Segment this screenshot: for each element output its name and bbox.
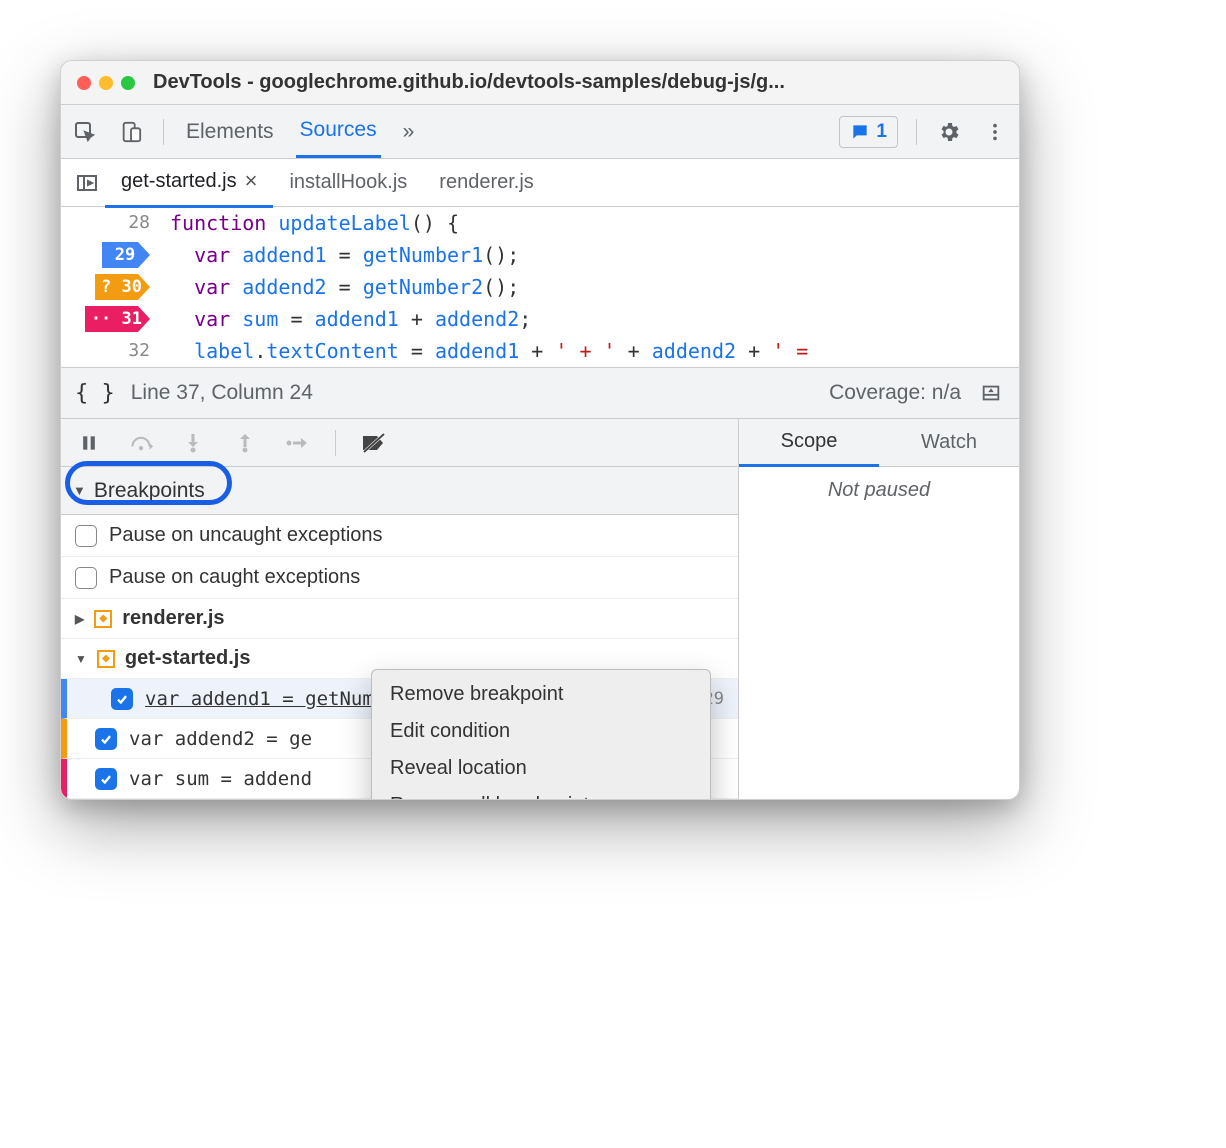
code-line[interactable]: ·· 31 var sum = addend1 + addend2; [61, 303, 1019, 335]
expand-triangle-icon: ▼ [73, 483, 86, 498]
coverage-status: Coverage: n/a [829, 381, 961, 405]
not-paused-message: Not paused [739, 467, 1019, 514]
line-number: 32 [61, 335, 150, 367]
menu-item-edit-condition[interactable]: Edit condition [372, 713, 710, 750]
zoom-window-button[interactable] [121, 76, 135, 90]
checkbox-checked[interactable] [111, 688, 133, 710]
collapse-triangle-icon: ▶ [75, 612, 84, 626]
file-tabs: get-started.js × installHook.js renderer… [61, 159, 1019, 207]
file-tab-renderer[interactable]: renderer.js [423, 160, 550, 205]
cursor-position: Line 37, Column 24 [131, 381, 313, 405]
checkbox-checked[interactable] [95, 768, 117, 790]
pretty-print-icon[interactable]: { } [75, 381, 115, 406]
separator [335, 430, 336, 456]
gutter[interactable]: 28 [61, 207, 156, 239]
feedback-count: 1 [876, 121, 887, 143]
tab-watch[interactable]: Watch [879, 420, 1019, 465]
window-controls [77, 76, 135, 90]
js-file-icon [94, 610, 112, 628]
minimize-window-button[interactable] [99, 76, 113, 90]
file-tab-installhook[interactable]: installHook.js [273, 160, 423, 205]
breakpoints-section-header[interactable]: ▼ Breakpoints [61, 467, 738, 515]
gutter[interactable]: 32 [61, 335, 156, 367]
pause-caught-label: Pause on caught exceptions [109, 566, 360, 589]
code-text: label.textContent = addend1 + ' + ' + ad… [156, 335, 808, 367]
left-debug-column: ▼ Breakpoints ▼ Breakpoints Pause on unc… [61, 419, 739, 799]
js-file-icon [97, 650, 115, 668]
step-icon[interactable] [283, 429, 311, 457]
code-text: var addend1 = getNumber1(); [156, 239, 519, 271]
breakpoint-marker[interactable]: ·· 31 [85, 306, 150, 332]
feedback-button[interactable]: 1 [839, 116, 898, 148]
checkbox-unchecked[interactable] [75, 567, 97, 589]
debug-toolbar [61, 419, 738, 467]
kebab-menu-icon[interactable] [981, 118, 1009, 146]
pause-caught-row[interactable]: Pause on caught exceptions [61, 557, 738, 599]
file-tab-label: installHook.js [289, 171, 407, 194]
settings-icon[interactable] [935, 118, 963, 146]
device-toggle-icon[interactable] [117, 118, 145, 146]
right-debug-column: Scope Watch Not paused [739, 419, 1019, 799]
file-tab-get-started[interactable]: get-started.js × [105, 157, 273, 208]
code-line[interactable]: 28function updateLabel() { [61, 207, 1019, 239]
separator [916, 119, 917, 145]
gutter[interactable]: ·· 31 [61, 306, 156, 332]
debugger-pane: ▼ Breakpoints ▼ Breakpoints Pause on unc… [61, 419, 1019, 799]
code-editor[interactable]: 28function updateLabel() {29 var addend1… [61, 207, 1019, 367]
separator [163, 119, 164, 145]
code-line[interactable]: 29 var addend1 = getNumber1(); [61, 239, 1019, 271]
close-tab-icon[interactable]: × [245, 168, 258, 194]
editor-status-bar: { } Line 37, Column 24 Coverage: n/a [61, 367, 1019, 419]
breakpoints-title: Breakpoints [94, 479, 205, 503]
step-into-icon[interactable] [179, 429, 207, 457]
step-over-icon[interactable] [127, 429, 155, 457]
close-window-button[interactable] [77, 76, 91, 90]
breakpoint-file-group[interactable]: ▶ renderer.js [61, 599, 738, 639]
tab-elements[interactable]: Elements [182, 107, 278, 157]
code-text: function updateLabel() { [156, 207, 459, 239]
checkbox-unchecked[interactable] [75, 525, 97, 547]
step-out-icon[interactable] [231, 429, 259, 457]
tab-sources[interactable]: Sources [296, 105, 381, 158]
file-tab-label: renderer.js [439, 171, 534, 194]
more-tabs-button[interactable]: » [399, 107, 419, 157]
window-title: DevTools - googlechrome.github.io/devtoo… [153, 71, 785, 94]
navigator-toggle-icon[interactable] [69, 171, 105, 195]
menu-item-remove-all[interactable]: Remove all breakpoints [372, 787, 710, 800]
breakpoint-marker[interactable]: 29 [102, 242, 150, 268]
deactivate-breakpoints-icon[interactable] [360, 429, 388, 457]
pause-icon[interactable] [75, 429, 103, 457]
gutter[interactable]: 29 [61, 242, 156, 268]
menu-item-reveal-location[interactable]: Reveal location [372, 750, 710, 787]
gutter[interactable]: ? 30 [61, 274, 156, 300]
breakpoint-context-menu: Remove breakpoint Edit condition Reveal … [371, 669, 711, 800]
file-group-label: get-started.js [125, 647, 251, 670]
breakpoint-marker[interactable]: ? 30 [95, 274, 150, 300]
checkbox-checked[interactable] [95, 728, 117, 750]
sidebar-tabs: Scope Watch [739, 419, 1019, 467]
code-line[interactable]: ? 30 var addend2 = getNumber2(); [61, 271, 1019, 303]
expand-triangle-icon: ▼ [75, 652, 87, 666]
line-number: 28 [61, 207, 150, 239]
devtools-window: DevTools - googlechrome.github.io/devtoo… [60, 60, 1020, 800]
pause-uncaught-label: Pause on uncaught exceptions [109, 524, 383, 547]
code-text: var addend2 = getNumber2(); [156, 271, 519, 303]
file-group-label: renderer.js [122, 607, 224, 630]
code-text: var sum = addend1 + addend2; [156, 303, 531, 335]
code-line[interactable]: 32 label.textContent = addend1 + ' + ' +… [61, 335, 1019, 367]
tab-scope[interactable]: Scope [739, 419, 879, 467]
pause-uncaught-row[interactable]: Pause on uncaught exceptions [61, 515, 738, 557]
inspect-element-icon[interactable] [71, 118, 99, 146]
menu-item-remove-breakpoint[interactable]: Remove breakpoint [372, 676, 710, 713]
file-tab-label: get-started.js [121, 170, 237, 193]
main-toolbar: Elements Sources » 1 [61, 105, 1019, 159]
titlebar: DevTools - googlechrome.github.io/devtoo… [61, 61, 1019, 105]
drawer-toggle-icon[interactable] [977, 379, 1005, 407]
